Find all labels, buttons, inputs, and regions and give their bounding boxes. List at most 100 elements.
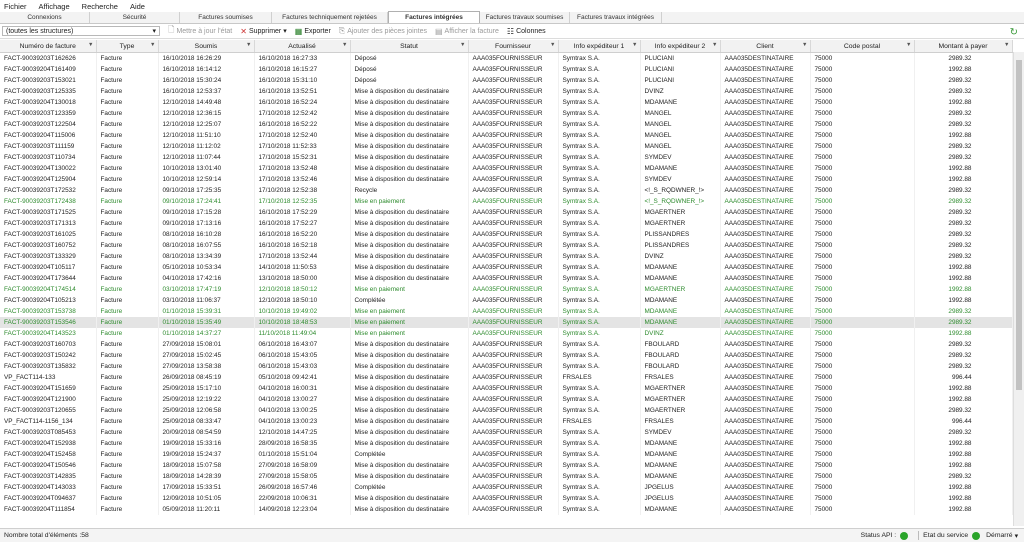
structure-select[interactable]: (toutes les structures) ▾ xyxy=(2,26,160,36)
filter-icon[interactable]: ▼ xyxy=(632,42,637,48)
column-header[interactable]: Soumis ▼ xyxy=(158,40,255,53)
table-cell: Symtrax S.A. xyxy=(558,272,641,284)
table-row[interactable]: FACT-90039203T135832 Facture 27/09/2018 13… xyxy=(0,360,1013,372)
table-cell: Facture xyxy=(96,261,159,273)
table-row[interactable]: FACT-90039203T123359 Facture 12/10/2018 12… xyxy=(0,107,1013,119)
show-invoice-button[interactable]: ▤ Afficher la facture xyxy=(435,27,499,36)
table-row[interactable]: FACT-90039204T143523 Facture 01/10/2018 14… xyxy=(0,327,1013,339)
column-header[interactable]: Type ▼ xyxy=(96,40,159,53)
tab[interactable]: Factures travaux intégrées xyxy=(570,12,662,23)
table-row[interactable]: FACT-90039204T173644 Facture 04/10/2018 17… xyxy=(0,272,1013,284)
table-row[interactable]: FACT-90039204T115006 Facture 12/10/2018 11… xyxy=(0,129,1013,141)
table-row[interactable]: VP_FACT114-133 Facture 26/09/2018 08:45:19… xyxy=(0,371,1013,383)
menu-item[interactable]: Fichier xyxy=(4,2,27,11)
tab[interactable]: Sécurité xyxy=(90,12,180,23)
table-cell: Facture xyxy=(96,481,159,493)
column-header[interactable]: Client ▼ xyxy=(720,40,811,53)
column-header[interactable]: Code postal ▼ xyxy=(810,40,915,53)
table-row[interactable]: FACT-90039203T153738 Facture 01/10/2018 15… xyxy=(0,305,1013,317)
table-row[interactable]: FACT-90039204T161409 Facture 16/10/2018 16… xyxy=(0,63,1013,75)
tab[interactable]: Factures techniquement rejetées xyxy=(272,12,388,23)
add-attachments-button[interactable]: ⎘ Ajouter des pièces jointes xyxy=(339,26,427,36)
filter-icon[interactable]: ▼ xyxy=(460,42,465,48)
table-cell: <!_S_RQDWNER_!> xyxy=(640,184,721,196)
filter-icon[interactable]: ▼ xyxy=(802,42,807,48)
table-row[interactable]: FACT-90039204T125904 Facture 10/10/2018 12… xyxy=(0,173,1013,185)
table-cell: 75000 xyxy=(810,426,915,438)
table-row[interactable]: FACT-90039203T122504 Facture 12/10/2018 12… xyxy=(0,118,1013,130)
table-row[interactable]: FACT-90039203T162626 Facture 16/10/2018 16… xyxy=(0,52,1013,64)
table-cell: MDAMANE xyxy=(640,305,721,317)
table-cell: 13/10/2018 18:50:00 xyxy=(254,272,351,284)
filter-icon[interactable]: ▼ xyxy=(88,42,93,48)
table-row[interactable]: FACT-90039203T160703 Facture 27/09/2018 15… xyxy=(0,338,1013,350)
table-cell: FACT-90039203T161025 xyxy=(0,228,97,240)
table-row[interactable]: VP_FACT114-1156_134 Facture 25/09/2018 08:… xyxy=(0,415,1013,427)
table-row[interactable]: FACT-90039204T105117 Facture 05/10/2018 10… xyxy=(0,261,1013,273)
table-row[interactable]: FACT-90039203T085453 Facture 20/09/2018 08… xyxy=(0,426,1013,438)
filter-icon[interactable]: ▼ xyxy=(342,42,347,48)
table-cell: AAA035FOURNISSEUR xyxy=(468,239,559,251)
refresh-icon[interactable]: ↻ xyxy=(1010,27,1018,38)
table-row[interactable]: FACT-90039204T105213 Facture 03/10/2018 11… xyxy=(0,294,1013,306)
table-row[interactable]: FACT-90039203T171313 Facture 09/10/2018 17… xyxy=(0,217,1013,229)
table-row[interactable]: FACT-90039203T172438 Facture 09/10/2018 17… xyxy=(0,195,1013,207)
column-header[interactable]: Statut ▼ xyxy=(350,40,469,53)
column-header[interactable]: Fournisseur ▼ xyxy=(468,40,559,53)
filter-icon[interactable]: ▼ xyxy=(712,42,717,48)
table-row[interactable]: FACT-90039204T111854 Facture 05/09/2018 11… xyxy=(0,503,1013,515)
filter-icon[interactable]: ▼ xyxy=(906,42,911,48)
column-header[interactable]: Info expéditeur 2 ▼ xyxy=(640,40,721,53)
table-row[interactable]: FACT-90039203T120655 Facture 25/09/2018 12… xyxy=(0,404,1013,416)
table-row[interactable]: FACT-90039204T152458 Facture 19/09/2018 15… xyxy=(0,448,1013,460)
table-row[interactable]: FACT-90039203T160752 Facture 08/10/2018 16… xyxy=(0,239,1013,251)
table-row[interactable]: FACT-90039203T125335 Facture 16/10/2018 12… xyxy=(0,85,1013,97)
scrollbar-thumb[interactable] xyxy=(1016,60,1022,390)
table-cell: 04/10/2018 17:42:16 xyxy=(158,272,255,284)
menu-item[interactable]: Recherche xyxy=(82,2,118,11)
column-header[interactable]: Info expéditeur 1 ▼ xyxy=(558,40,641,53)
tab[interactable]: Factures soumises xyxy=(180,12,272,23)
menu-item[interactable]: Affichage xyxy=(39,2,70,11)
table-cell: FACT-90039204T111854 xyxy=(0,503,97,515)
tab[interactable]: Connexions xyxy=(0,12,90,23)
table-row[interactable]: FACT-90039204T152938 Facture 19/09/2018 15… xyxy=(0,437,1013,449)
delete-button[interactable]: ✕ Supprimer ▾ xyxy=(240,27,287,36)
table-row[interactable]: FACT-90039203T133329 Facture 08/10/2018 13… xyxy=(0,250,1013,262)
update-status-button[interactable]: 🗋 Mettre à jour l'état xyxy=(168,24,232,38)
table-row[interactable]: FACT-90039204T174514 Facture 03/10/2018 17… xyxy=(0,283,1013,295)
table-row[interactable]: FACT-90039203T111159 Facture 12/10/2018 11… xyxy=(0,140,1013,152)
table-cell: Mise à disposition du destinataire xyxy=(350,85,469,97)
table-row[interactable]: FACT-90039204T130022 Facture 10/10/2018 13… xyxy=(0,162,1013,174)
column-header[interactable]: Montant à payer ▼ xyxy=(914,40,1013,53)
filter-icon[interactable]: ▼ xyxy=(550,42,555,48)
filter-icon[interactable]: ▼ xyxy=(246,42,251,48)
filter-icon[interactable]: ▼ xyxy=(1004,42,1009,48)
tab[interactable]: Factures intégrées xyxy=(388,11,480,23)
table-row[interactable]: FACT-90039203T150242 Facture 27/09/2018 15… xyxy=(0,349,1013,361)
table-row[interactable]: FACT-90039203T153021 Facture 16/10/2018 15… xyxy=(0,74,1013,86)
table-row[interactable]: FACT-90039204T150546 Facture 18/09/2018 15… xyxy=(0,459,1013,471)
vertical-scrollbar[interactable] xyxy=(1013,52,1024,526)
table-row[interactable]: FACT-90039203T153546 Facture 01/10/2018 15… xyxy=(0,316,1013,328)
table-row[interactable]: FACT-90039204T121900 Facture 25/09/2018 12… xyxy=(0,393,1013,405)
table-row[interactable]: FACT-90039203T142835 Facture 18/09/2018 14… xyxy=(0,470,1013,482)
table-row[interactable]: FACT-90039204T151659 Facture 25/09/2018 15… xyxy=(0,382,1013,394)
table-row[interactable]: FACT-90039203T171525 Facture 09/10/2018 17… xyxy=(0,206,1013,218)
export-button[interactable]: ▦ Exporter xyxy=(295,27,331,36)
menu-item[interactable]: Aide xyxy=(130,2,145,11)
tab[interactable]: Factures travaux soumises xyxy=(480,12,570,23)
table-row[interactable]: FACT-90039203T161025 Facture 08/10/2018 16… xyxy=(0,228,1013,240)
column-header[interactable]: Actualisé ▼ xyxy=(254,40,351,53)
columns-button[interactable]: ☷ Colonnes xyxy=(507,27,546,36)
filter-icon[interactable]: ▼ xyxy=(150,42,155,48)
table-row[interactable]: FACT-90039203T172532 Facture 09/10/2018 17… xyxy=(0,184,1013,196)
table-row[interactable]: FACT-90039204T130018 Facture 12/10/2018 14… xyxy=(0,96,1013,108)
column-header[interactable]: Numéro de facture ▼ xyxy=(0,40,97,53)
table-cell: AAA035FOURNISSEUR xyxy=(468,371,559,383)
table-row[interactable]: FACT-90039203T110734 Facture 12/10/2018 11… xyxy=(0,151,1013,163)
chevron-down-icon[interactable]: ▾ xyxy=(1015,532,1018,540)
column-header-label: Code postal xyxy=(843,42,881,50)
table-row[interactable]: FACT-90039204T143033 Facture 17/09/2018 15… xyxy=(0,481,1013,493)
table-row[interactable]: FACT-90039204T094637 Facture 12/09/2018 10… xyxy=(0,492,1013,504)
